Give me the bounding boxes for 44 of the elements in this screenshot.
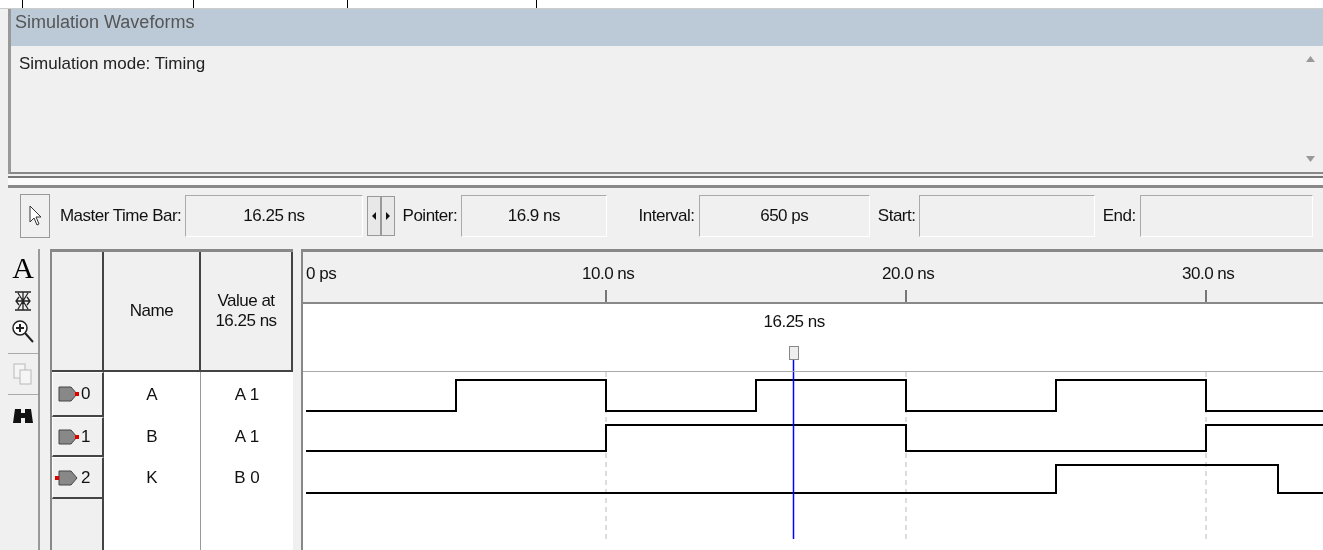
interval-field[interactable]: 650 ps [698,195,870,237]
cursor-icon [27,205,42,227]
previous-icon[interactable] [366,196,381,236]
time-bar-handle[interactable] [788,346,799,360]
signal-type-icon [55,385,79,403]
pointer-label: Pointer: [402,206,458,226]
scroll-down-icon[interactable] [1305,156,1315,162]
end-label: End: [1102,206,1136,226]
time-tick-label: 0 ps [306,264,337,284]
tick-mark [905,289,907,302]
time-tick-label: 20.0 ns [882,264,935,284]
end-field[interactable] [1139,195,1313,237]
tick-mark [1205,289,1207,302]
text-tool[interactable]: A [12,253,34,283]
master-time-bar-label: Master Time Bar: [59,206,182,226]
master-time-bar-field[interactable]: 16.25 ns [185,195,363,237]
signal-index: 0 [81,384,91,404]
signal-index: 2 [81,467,91,488]
time-tick-label: 10.0 ns [582,264,635,284]
signal-name: B [146,427,158,447]
start-field[interactable] [919,195,1095,237]
cursor-time-label: 16.25 ns [763,312,825,332]
signal-value: A 1 [234,427,260,447]
signal-type-icon [55,468,79,487]
panel-title: Simulation Waveforms [15,12,195,33]
tick-mark [605,289,607,302]
signal-index: 1 [81,426,91,447]
pointer-field[interactable]: 16.9 ns [461,195,607,237]
signal-name: A [146,384,158,405]
pointer-tool-button[interactable] [20,194,50,238]
zoom-icon[interactable] [11,319,35,345]
signal-type-icon [55,427,79,446]
signal-value: B 0 [234,468,260,488]
column-header: Value at 16.25 ns [214,291,278,331]
signal-value: A 1 [234,384,260,405]
interval-label: Interval: [638,206,695,226]
scroll-up-icon[interactable] [1305,56,1315,62]
column-header: Name [128,301,175,321]
start-label: Start: [877,206,916,226]
splitter[interactable] [8,176,1323,188]
message-text: Simulation mode: Timing [19,54,206,74]
signal-name: K [146,468,158,488]
time-tick-label: 30.0 ns [1182,264,1235,284]
snap-icon[interactable] [12,289,34,313]
